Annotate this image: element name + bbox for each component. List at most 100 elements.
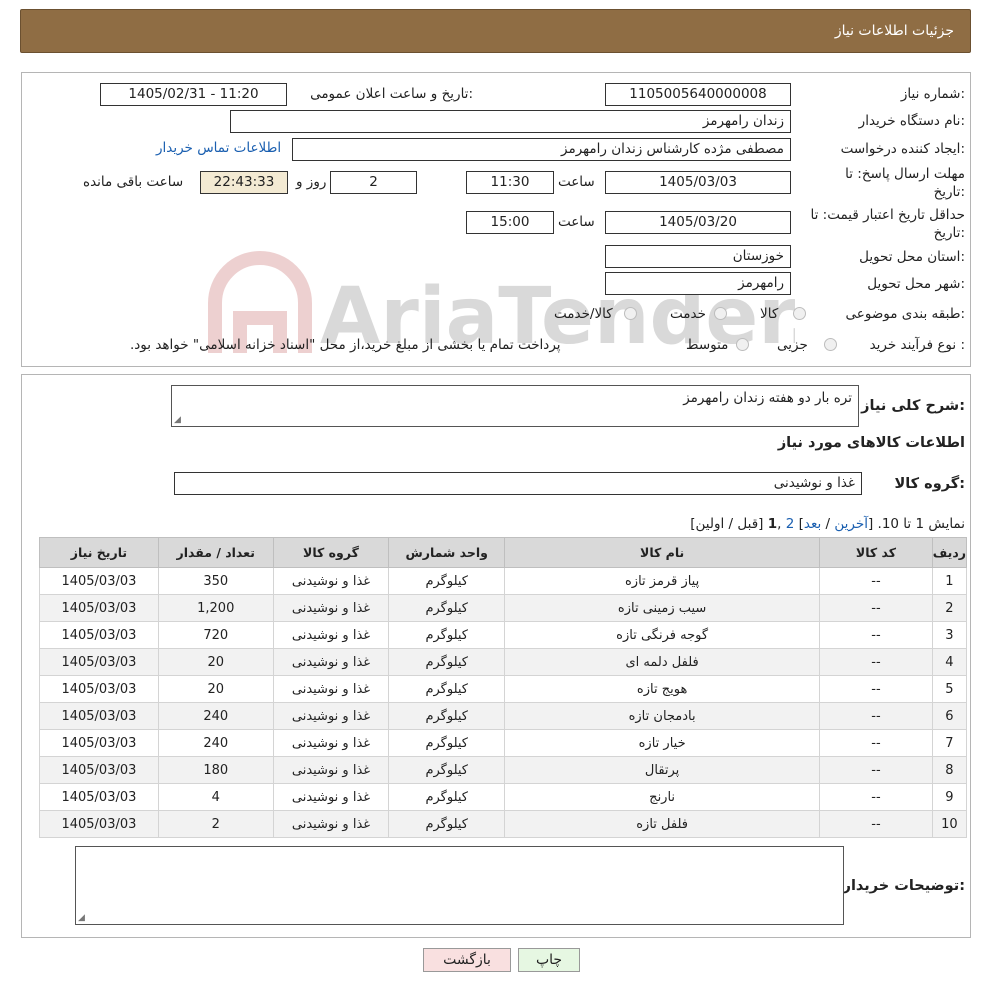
deadline-label: مهلت ارسال پاسخ: تا تاریخ:	[845, 166, 965, 200]
description-textarea[interactable]: تره بار دو هفته زندان رامهرمز ◢	[171, 385, 859, 427]
unit-cell: کیلوگرم	[388, 594, 506, 622]
buyer-org-field: زندان رامهرمز	[230, 110, 791, 133]
category-option-goods-service: کالا/خدمت	[554, 306, 613, 322]
table-row: 2 -- سیب زمینی تازه کیلوگرم غذا و نوشیدنی 1,2…	[39, 594, 968, 622]
row-number-cell: 5	[931, 675, 968, 703]
item-group-cell: غذا و نوشیدنی	[272, 729, 390, 757]
item-group-cell: غذا و نوشیدنی	[272, 756, 390, 784]
pager-next-link[interactable]: بعد	[804, 516, 821, 532]
item-group-cell: غذا و نوشیدنی	[272, 702, 390, 730]
need-date-cell: 1405/03/03	[39, 702, 159, 730]
pager-tail: [قبل / اولین]	[690, 516, 768, 532]
description-text: تره بار دو هفته زندان رامهرمز	[683, 390, 852, 406]
need-date-cell: 1405/03/03	[39, 675, 159, 703]
need-date-cell: 1405/03/03	[39, 756, 159, 784]
table-row: 1 -- پیاز قرمز تازه کیلوگرم غذا و نوشیدنی 350…	[39, 567, 968, 595]
deadline-date-field: 1405/03/03	[605, 171, 791, 194]
description-label: شرح کلی نیاز:	[861, 398, 965, 414]
item-name-cell: گوجه فرنگی تازه	[504, 621, 821, 649]
category-radio-goods-service[interactable]	[624, 307, 637, 320]
need-date-cell: 1405/03/03	[39, 621, 159, 649]
goods-group-label: گروه کالا:	[894, 476, 965, 492]
city-field: رامهرمز	[605, 272, 791, 295]
process-radio-medium[interactable]	[736, 338, 749, 351]
item-name-cell: سیب زمینی تازه	[504, 594, 821, 622]
item-code-cell: --	[819, 648, 933, 676]
table-row: 7 -- خیار تازه کیلوگرم غذا و نوشیدنی 240 1405/…	[39, 729, 968, 757]
quantity-cell: 180	[157, 756, 274, 784]
resize-grip-icon[interactable]: ◢	[174, 415, 181, 425]
need-date-cell: 1405/03/03	[39, 810, 159, 838]
quantity-cell: 20	[157, 648, 274, 676]
process-radio-minor[interactable]	[824, 338, 837, 351]
item-code-cell: --	[819, 756, 933, 784]
table-row: 4 -- فلفل دلمه ای کیلوگرم غذا و نوشیدنی 20 140…	[39, 648, 968, 676]
row-number-cell: 4	[931, 648, 968, 676]
unit-cell: کیلوگرم	[388, 729, 506, 757]
pager-current-page: 1	[767, 516, 778, 532]
announce-datetime-field: 1405/02/31 - 11:20	[100, 83, 287, 106]
pager-last-link[interactable]: آخرین	[834, 516, 868, 532]
unit-cell: کیلوگرم	[388, 702, 506, 730]
need-number-field: 1105005640000008	[605, 83, 791, 106]
row-number-cell: 3	[931, 621, 968, 649]
table-row: 5 -- هویج تازه کیلوگرم غذا و نوشیدنی 20 1405/0…	[39, 675, 968, 703]
city-label: شهر محل تحویل:	[867, 276, 965, 292]
remaining-time-field: 22:43:33	[200, 171, 288, 194]
deadline-time-field: 11:30	[466, 171, 554, 194]
col-date-header: تاریخ نیاز	[39, 537, 159, 568]
remaining-label: ساعت باقی مانده	[83, 174, 184, 190]
creator-label: ایجاد کننده درخواست:	[840, 141, 965, 157]
item-code-cell: --	[819, 621, 933, 649]
row-number-cell: 9	[931, 783, 968, 811]
col-row-header: ردیف	[931, 537, 968, 568]
buyer-contact-link[interactable]: اطلاعات تماس خریدار	[156, 140, 281, 156]
item-name-cell: بادمجان تازه	[504, 702, 821, 730]
validity-time-field: 15:00	[466, 211, 554, 234]
item-code-cell: --	[819, 810, 933, 838]
table-row: 10 -- فلفل تازه کیلوگرم غذا و نوشیدنی 2 1405/0…	[39, 810, 968, 838]
row-number-cell: 10	[931, 810, 968, 838]
quantity-cell: 4	[157, 783, 274, 811]
unit-cell: کیلوگرم	[388, 621, 506, 649]
category-label: طبقه بندی موضوعی:	[845, 306, 965, 322]
deadline-time-label: ساعت	[558, 174, 595, 190]
unit-cell: کیلوگرم	[388, 567, 506, 595]
pager-text: نمایش 1 تا 10. [	[867, 516, 965, 532]
process-option-medium: متوسط	[686, 337, 729, 353]
item-group-cell: غذا و نوشیدنی	[272, 621, 390, 649]
validity-label: حداقل تاریخ اعتبار قیمت: تا تاریخ:	[810, 207, 965, 241]
goods-info-title: اطلاعات کالاهای مورد نیاز	[777, 435, 965, 451]
table-row: 8 -- پرتقال کیلوگرم غذا و نوشیدنی 180 1405/03/…	[39, 756, 968, 784]
buyer-notes-textarea[interactable]: ◢	[75, 846, 844, 925]
need-date-cell: 1405/03/03	[39, 567, 159, 595]
creator-field: مصطفی مژده کارشناس زندان رامهرمز	[292, 138, 791, 161]
back-button[interactable]: بازگشت	[423, 948, 511, 972]
page-title: جزئيات اطلاعات نیاز	[834, 23, 954, 39]
quantity-cell: 20	[157, 675, 274, 703]
item-name-cell: خیار تازه	[504, 729, 821, 757]
category-radio-service[interactable]	[714, 307, 727, 320]
table-row: 9 -- نارنج کیلوگرم غذا و نوشیدنی 4 1405/03/03	[39, 783, 968, 811]
item-group-cell: غذا و نوشیدنی	[272, 594, 390, 622]
table-row: 6 -- بادمجان تازه کیلوگرم غذا و نوشیدنی 240 14…	[39, 702, 968, 730]
need-date-cell: 1405/03/03	[39, 729, 159, 757]
category-option-goods: کالا	[760, 306, 779, 322]
category-radio-goods[interactable]	[793, 307, 806, 320]
print-button[interactable]: چاپ	[518, 948, 580, 972]
row-number-cell: 8	[931, 756, 968, 784]
unit-cell: کیلوگرم	[388, 675, 506, 703]
item-name-cell: پیاز قرمز تازه	[504, 567, 821, 595]
col-name-header: نام کالا	[504, 537, 821, 568]
col-code-header: کد کالا	[819, 537, 933, 568]
province-field: خوزستان	[605, 245, 791, 268]
need-date-cell: 1405/03/03	[39, 783, 159, 811]
item-name-cell: پرتقال	[504, 756, 821, 784]
category-option-service: خدمت	[670, 306, 706, 322]
process-note: پرداخت تمام یا بخشی از مبلغ خرید،از محل …	[130, 337, 561, 353]
quantity-cell: 240	[157, 702, 274, 730]
resize-grip-icon[interactable]: ◢	[78, 913, 85, 923]
quantity-cell: 240	[157, 729, 274, 757]
col-qty-header: تعداد / مقدار	[157, 537, 274, 568]
item-name-cell: فلفل دلمه ای	[504, 648, 821, 676]
